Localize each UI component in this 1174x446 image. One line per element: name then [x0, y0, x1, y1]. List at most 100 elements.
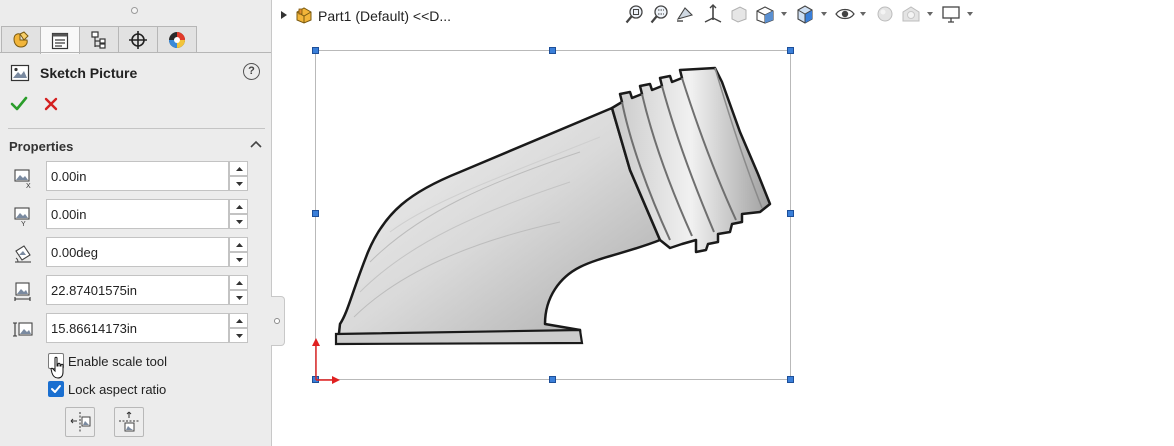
angle-row	[12, 237, 252, 267]
panel-resize-handle[interactable]	[271, 296, 285, 346]
angle-input[interactable]	[46, 237, 229, 267]
section-divider	[8, 128, 265, 129]
chevron-down-icon[interactable]	[927, 12, 933, 16]
property-manager-icon	[51, 32, 69, 49]
arrow-up-icon	[236, 205, 243, 209]
manager-tabs	[1, 26, 197, 54]
height-icon	[13, 322, 33, 337]
chevron-up-icon[interactable]	[249, 139, 263, 149]
resize-handle-bottom[interactable]	[549, 376, 556, 383]
decrement-button[interactable]	[229, 252, 248, 267]
chevron-down-icon[interactable]	[781, 12, 787, 16]
zoom-to-fit-icon[interactable]	[624, 3, 646, 25]
tab-display-manager[interactable]	[157, 26, 197, 53]
feature-tree-part-label[interactable]: Part1 (Default) <<D...	[318, 8, 451, 24]
resize-handle-right[interactable]	[787, 210, 794, 217]
zoom-to-area-icon[interactable]	[649, 3, 671, 25]
angle-icon	[15, 245, 31, 263]
svg-text:Y: Y	[21, 221, 26, 227]
width-icon	[14, 282, 31, 301]
page-title: Sketch Picture	[40, 65, 138, 81]
arrow-down-icon	[236, 334, 243, 338]
lock-aspect-ratio-label: Lock aspect ratio	[68, 381, 167, 397]
origin-y-row: Y	[12, 199, 252, 229]
decrement-button[interactable]	[229, 176, 248, 191]
increment-button[interactable]	[229, 313, 248, 328]
height-input[interactable]	[46, 313, 229, 343]
width-spinner	[229, 275, 248, 305]
lock-aspect-ratio-checkbox[interactable]	[48, 381, 64, 397]
panel-grip-handle[interactable]	[131, 7, 138, 14]
flip-vertical-button[interactable]	[114, 407, 144, 437]
apply-scene-icon[interactable]	[900, 3, 922, 25]
feature-manager-icon	[13, 31, 29, 48]
arrow-up-icon	[236, 281, 243, 285]
expand-arrow-icon[interactable]	[281, 11, 287, 19]
arrow-down-icon	[236, 220, 243, 224]
resize-handle-top-right[interactable]	[787, 47, 794, 54]
sketch-picture-image[interactable]	[330, 62, 780, 352]
origin-x-row: X	[12, 161, 252, 191]
height-spinner	[229, 313, 248, 343]
tab-configuration-manager[interactable]	[79, 26, 119, 53]
width-input[interactable]	[46, 275, 229, 305]
tabs-divider	[0, 52, 271, 53]
hide-show-items-icon[interactable]	[834, 3, 856, 25]
help-icon[interactable]: ?	[243, 63, 260, 80]
chevron-down-icon[interactable]	[821, 12, 827, 16]
dynamic-annotation-icon[interactable]	[728, 3, 750, 25]
arrow-down-icon	[236, 182, 243, 186]
cancel-x-icon[interactable]	[43, 96, 59, 112]
increment-button[interactable]	[229, 275, 248, 290]
property-manager-panel: Sketch Picture ? Properties X Y	[0, 0, 272, 446]
property-manager-header: Sketch Picture ?	[10, 62, 260, 84]
part-icon	[296, 7, 312, 24]
enable-scale-tool-label: Enable scale tool	[68, 353, 168, 369]
arrow-up-icon	[236, 243, 243, 247]
dimxpert-manager-icon	[129, 31, 147, 49]
flip-vertical-icon	[119, 411, 139, 432]
origin-y-icon: Y	[14, 207, 30, 227]
chevron-down-icon[interactable]	[860, 12, 866, 16]
chevron-down-icon[interactable]	[967, 12, 973, 16]
arrow-down-icon	[236, 296, 243, 300]
decrement-button[interactable]	[229, 290, 248, 305]
resize-handle-top[interactable]	[549, 47, 556, 54]
arrow-up-icon	[236, 167, 243, 171]
previous-view-icon[interactable]	[674, 3, 696, 25]
width-row	[12, 275, 252, 305]
tab-feature-manager[interactable]	[1, 26, 41, 53]
mouse-cursor-icon	[50, 356, 64, 379]
angle-spinner	[229, 237, 248, 267]
sketch-picture-icon	[10, 64, 30, 82]
increment-button[interactable]	[229, 161, 248, 176]
tab-dimxpert-manager[interactable]	[118, 26, 158, 53]
section-view-icon[interactable]	[702, 3, 724, 25]
increment-button[interactable]	[229, 237, 248, 252]
decrement-button[interactable]	[229, 214, 248, 229]
svg-text:X: X	[26, 183, 31, 189]
tab-property-manager[interactable]	[40, 26, 80, 54]
view-settings-icon[interactable]	[940, 3, 962, 25]
arrow-down-icon	[236, 258, 243, 262]
resize-handle-bottom-right[interactable]	[787, 376, 794, 383]
properties-group-title: Properties	[9, 139, 74, 154]
origin-y-spinner	[229, 199, 248, 229]
lock-aspect-ratio-option[interactable]: Lock aspect ratio	[48, 380, 166, 398]
edit-appearance-icon[interactable]	[874, 3, 896, 25]
panel-resize-grip[interactable]	[274, 318, 280, 324]
arrow-up-icon	[236, 319, 243, 323]
view-orientation-icon[interactable]	[754, 3, 776, 25]
ok-checkmark-icon[interactable]	[10, 95, 28, 113]
origin-x-input[interactable]	[46, 161, 229, 191]
decrement-button[interactable]	[229, 328, 248, 343]
increment-button[interactable]	[229, 199, 248, 214]
origin-y-input[interactable]	[46, 199, 229, 229]
resize-handle-top-left[interactable]	[312, 47, 319, 54]
display-style-icon[interactable]	[794, 3, 816, 25]
flip-horizontal-button[interactable]	[65, 407, 95, 437]
origin-x-spinner	[229, 161, 248, 191]
height-row	[12, 313, 252, 343]
resize-handle-left[interactable]	[312, 210, 319, 217]
display-manager-icon	[169, 32, 185, 48]
